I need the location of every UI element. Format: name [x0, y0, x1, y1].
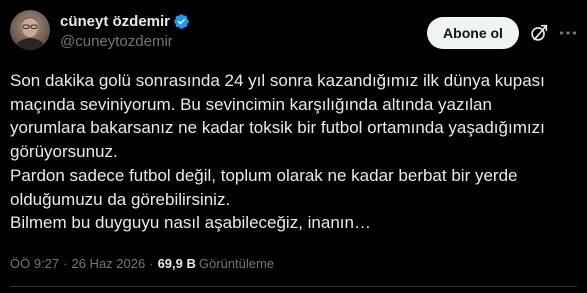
post-text-line: olduğumuzu da görebilirsiniz. — [10, 189, 231, 209]
post-text-line: Son dakika golü sonrasında 24 yıl sonra … — [10, 71, 545, 90]
more-options-icon[interactable] — [557, 22, 579, 44]
post-text: Son dakika golü sonrasında 24 yıl sonra … — [10, 69, 578, 235]
views-count: 69,9 B — [157, 256, 196, 271]
post-container: cüneyt özdemir @cuneytozdemir Abone ol S — [0, 0, 587, 293]
post-text-line: yorumlara bakarsanız ne kadar toksik bir… — [10, 118, 545, 138]
views-label: Görüntüleme — [198, 256, 275, 271]
post-date[interactable]: 26 Haz 2026 — [71, 256, 145, 271]
post-meta: ÖÖ 9:27 · 26 Haz 2026 · 69,9 B Görüntüle… — [10, 256, 274, 271]
post-time[interactable]: ÖÖ 9:27 — [10, 256, 59, 271]
divider — [10, 286, 577, 287]
avatar-image — [14, 17, 46, 50]
post-text-line: maçında seviniyorum. Bu sevincimin karşı… — [10, 94, 492, 114]
author-block: cüneyt özdemir @cuneytozdemir — [60, 12, 190, 50]
verified-badge-icon[interactable] — [173, 13, 190, 30]
meta-separator: · — [63, 256, 68, 271]
meta-separator: · — [149, 256, 154, 271]
post-text-line: Pardon sadece futbol değil, toplum olara… — [10, 165, 518, 185]
author-name-row: cüneyt özdemir — [60, 12, 190, 31]
avatar[interactable] — [10, 10, 50, 50]
post-text-line: görüyorsunuz. — [10, 142, 118, 162]
author-handle[interactable]: @cuneytozdemir — [60, 33, 190, 50]
follow-button[interactable]: Abone ol — [427, 17, 519, 49]
post-text-line: Bilmem bu duyguyu nasıl aşabileceğiz, in… — [10, 213, 371, 233]
author-display-name[interactable]: cüneyt özdemir — [60, 13, 170, 30]
grok-icon[interactable] — [528, 22, 550, 44]
